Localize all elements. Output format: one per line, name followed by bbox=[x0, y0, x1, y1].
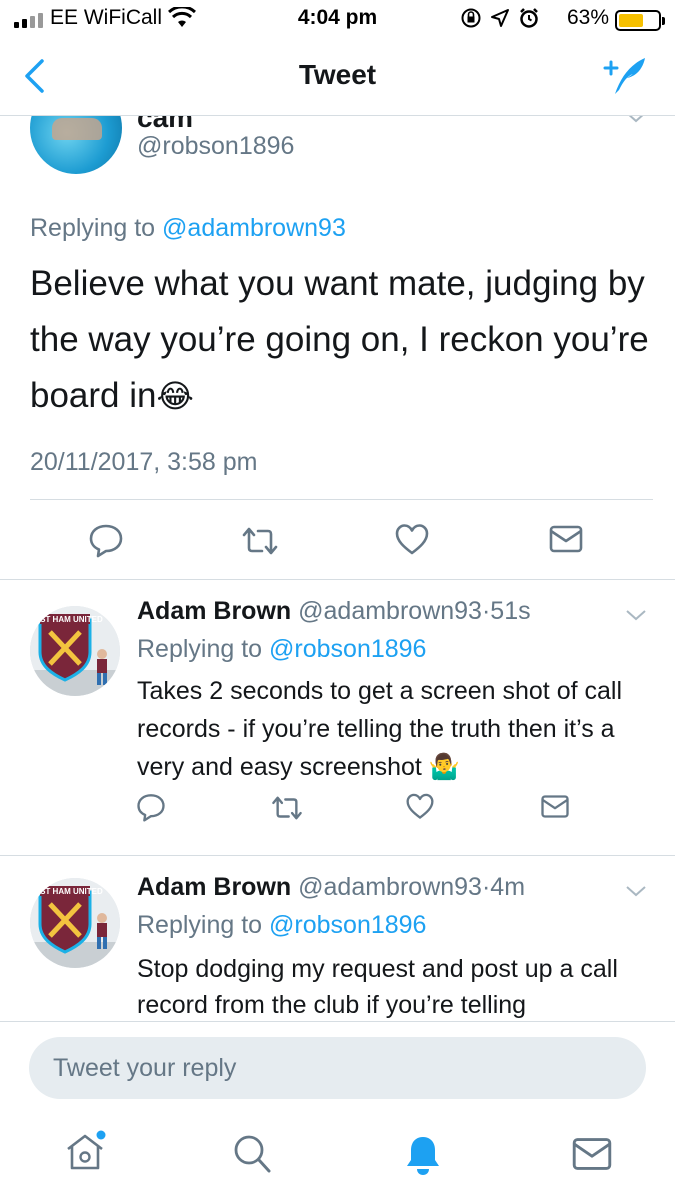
chevron-down-icon[interactable] bbox=[625, 608, 647, 627]
reply-icon[interactable] bbox=[136, 792, 166, 827]
tweet-text-content: Stop dodging my request and post up a ca… bbox=[137, 955, 618, 1019]
author-name[interactable]: Adam Brown bbox=[137, 597, 291, 625]
like-heart-icon[interactable] bbox=[405, 792, 435, 825]
envelope-icon bbox=[572, 1138, 612, 1170]
tweet-text: Stop dodging my request and post up a ca… bbox=[137, 951, 657, 1021]
tweet-text: Takes 2 seconds to get a screen shot of … bbox=[137, 672, 657, 786]
status-bar: EE WiFiCall 4:04 pm 63% bbox=[0, 0, 675, 40]
reply-header: Adam Brown @adambrown93·51s bbox=[137, 597, 531, 626]
tweet-reply-input[interactable]: Tweet your reply bbox=[29, 1037, 646, 1099]
location-icon bbox=[490, 8, 510, 34]
west-ham-crest-icon: WEST HAM UNITED bbox=[30, 606, 120, 696]
tab-bar bbox=[0, 1115, 675, 1200]
search-tab[interactable] bbox=[232, 1133, 272, 1180]
like-heart-icon[interactable] bbox=[394, 522, 430, 561]
author-handle[interactable]: @adambrown93 bbox=[298, 873, 482, 901]
page-title: Tweet bbox=[298, 59, 377, 90]
home-tab[interactable] bbox=[62, 1129, 108, 1180]
author-name[interactable]: Adam Brown bbox=[137, 873, 291, 901]
replying-to-link[interactable]: @adambrown93 bbox=[162, 214, 346, 242]
replying-label: Replying to bbox=[137, 911, 263, 939]
author-handle[interactable]: @robson1896 bbox=[137, 132, 294, 161]
replying-to-link[interactable]: @robson1896 bbox=[269, 635, 426, 663]
tweet-text-content: Takes 2 seconds to get a screen shot of … bbox=[137, 677, 622, 781]
notifications-tab[interactable] bbox=[403, 1133, 443, 1182]
replying-to: Replying to @robson1896 bbox=[137, 911, 426, 940]
shrug-emoji: 🤷‍♂️ bbox=[428, 753, 460, 781]
west-ham-crest-icon: WEST HAM UNITED bbox=[30, 878, 120, 968]
replying-label: Replying to bbox=[137, 635, 263, 663]
chevron-down-icon[interactable] bbox=[625, 116, 647, 129]
rotation-lock-icon bbox=[460, 7, 482, 35]
relative-time: 4m bbox=[490, 873, 526, 901]
reply-icon[interactable] bbox=[88, 522, 124, 563]
tweet-text: Believe what you want mate, judging by t… bbox=[30, 256, 650, 424]
tweet-actions bbox=[0, 790, 675, 830]
messages-tab[interactable] bbox=[572, 1137, 612, 1176]
avatar[interactable] bbox=[30, 116, 122, 174]
tweet-text-content: Believe what you want mate, judging by t… bbox=[30, 264, 649, 415]
avatar[interactable]: WEST HAM UNITED bbox=[30, 606, 120, 696]
author-handle[interactable]: @adambrown93 bbox=[298, 597, 482, 625]
replying-to: Replying to @adambrown93 bbox=[30, 214, 346, 243]
replying-to-link[interactable]: @robson1896 bbox=[269, 911, 426, 939]
battery-icon bbox=[615, 10, 665, 31]
search-icon bbox=[234, 1135, 271, 1173]
reply-tweet[interactable]: WEST HAM UNITED Adam Brown @adambrown93·… bbox=[0, 855, 675, 1021]
battery-percentage: 63% bbox=[566, 6, 609, 29]
replying-to: Replying to @robson1896 bbox=[137, 635, 426, 664]
chevron-down-icon[interactable] bbox=[625, 884, 647, 903]
direct-message-icon[interactable] bbox=[548, 524, 584, 559]
retweet-icon[interactable] bbox=[270, 795, 304, 826]
svg-text:WEST HAM UNITED: WEST HAM UNITED bbox=[30, 887, 103, 896]
direct-message-icon[interactable] bbox=[540, 794, 570, 824]
reply-composer: Tweet your reply bbox=[0, 1021, 675, 1115]
svg-text:WEST HAM UNITED: WEST HAM UNITED bbox=[30, 615, 103, 624]
compose-tweet-button[interactable] bbox=[601, 54, 649, 103]
home-icon bbox=[67, 1130, 106, 1170]
focused-tweet: cam @robson1896 Replying to @adambrown93… bbox=[0, 116, 675, 580]
reply-tweet[interactable]: WEST HAM UNITED Adam Brown @adambrown93·… bbox=[0, 579, 675, 856]
retweet-icon[interactable] bbox=[240, 526, 280, 561]
tweet-actions bbox=[0, 516, 675, 566]
avatar[interactable]: WEST HAM UNITED bbox=[30, 878, 120, 968]
battery-fill bbox=[619, 14, 643, 27]
replying-label: Replying to bbox=[30, 214, 156, 242]
tweet-timestamp: 20/11/2017, 3:58 pm bbox=[30, 448, 258, 476]
alarm-icon bbox=[518, 7, 540, 35]
relative-time: 51s bbox=[490, 597, 531, 625]
tears-of-joy-emoji: 😂 bbox=[156, 378, 194, 414]
divider bbox=[30, 499, 653, 500]
nav-bar: Tweet bbox=[0, 40, 675, 116]
bell-icon bbox=[407, 1137, 439, 1175]
reply-header: Adam Brown @adambrown93·4m bbox=[137, 873, 525, 902]
